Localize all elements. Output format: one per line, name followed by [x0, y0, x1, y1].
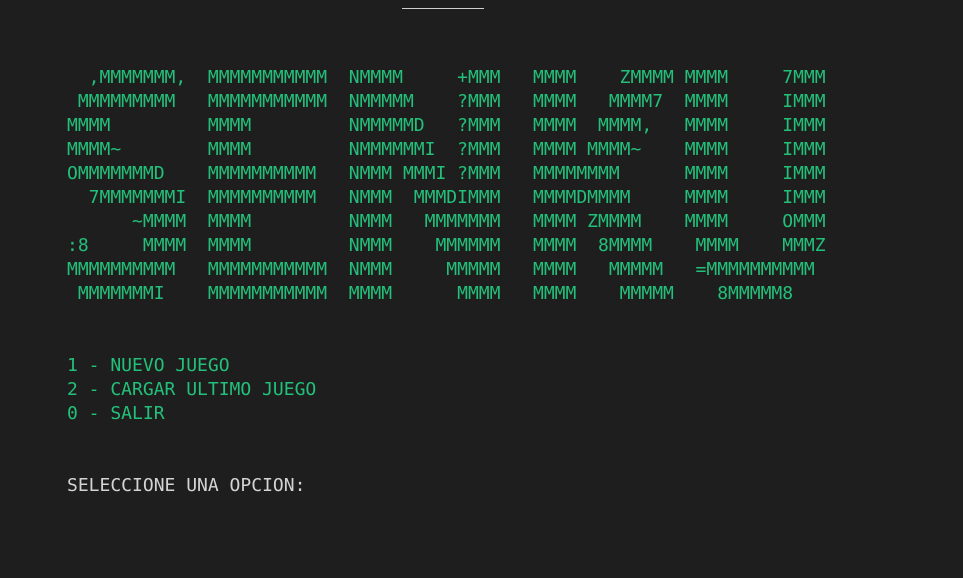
banner-line: MMMMMMMMMM MMMMMMMMMMM NMMM MMMMM MMMM M…	[67, 259, 815, 280]
banner-line: ~MMMM MMMM NMMM MMMMMMM MMMM ZMMMM MMMM …	[67, 211, 826, 232]
banner-line: MMMM MMMM NMMMMMD ?MMM MMMM MMMM, MMMM I…	[67, 115, 826, 136]
banner-line: MMMMMMMMM MMMMMMMMMMM NMMMMM ?MMM MMMM M…	[67, 91, 826, 112]
banner-line: MMMMMMMI MMMMMMMMMMM MMMM MMMM MMMM MMMM…	[67, 283, 794, 304]
menu-item-new-game[interactable]: 1 - NUEVO JUEGO	[67, 354, 316, 378]
top-divider	[402, 8, 484, 9]
ascii-art-banner: ,MMMMMMM, MMMMMMMMMMM NMMMM +MMM MMMM ZM…	[67, 66, 826, 306]
banner-line: 7MMMMMMMI MMMMMMMMMM NMMM MMMDIMMM MMMMD…	[67, 187, 826, 208]
option-prompt-label: SELECCIONE UNA OPCION:	[67, 475, 306, 496]
banner-line: :8 MMMM MMMM NMMM MMMMMM MMMM 8MMMM MMMM…	[67, 235, 826, 256]
menu-item-load-last-game[interactable]: 2 - CARGAR ULTIMO JUEGO	[67, 378, 316, 402]
menu-item-exit[interactable]: 0 - SALIR	[67, 402, 316, 426]
terminal-window: ,MMMMMMM, MMMMMMMMMMM NMMMM +MMM MMMM ZM…	[0, 0, 963, 578]
banner-line: MMMM~ MMMM NMMMMMMI ?MMM MMMM MMMM~ MMMM…	[67, 139, 826, 160]
banner-line: ,MMMMMMM, MMMMMMMMMMM NMMMM +MMM MMMM ZM…	[67, 67, 826, 88]
banner-line: OMMMMMMMD MMMMMMMMMM NMMM MMMI ?MMM MMMM…	[67, 163, 826, 184]
option-input[interactable]	[314, 475, 435, 497]
main-menu: 1 - NUEVO JUEGO 2 - CARGAR ULTIMO JUEGO …	[67, 354, 316, 426]
option-prompt-row: SELECCIONE UNA OPCION:	[67, 474, 435, 498]
